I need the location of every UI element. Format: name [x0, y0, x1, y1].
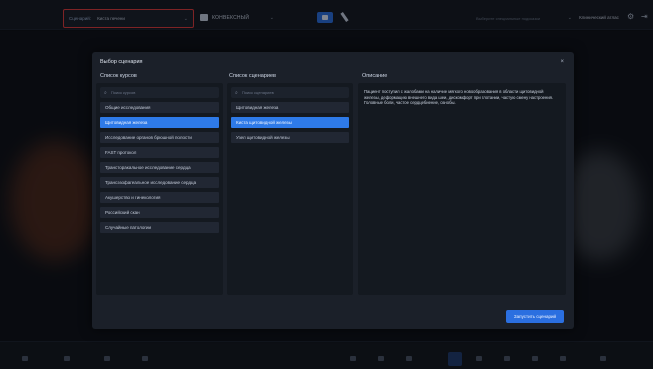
scenarios-list-item[interactable]: Щитовидная железа	[231, 102, 349, 113]
courses-title: Список курсов	[100, 73, 137, 79]
scenarios-list-item[interactable]: Киста щитовидной железы	[231, 117, 349, 128]
search-icon: ⌕	[104, 89, 107, 96]
description-panel: Пациент поступил с жалобами на наличие м…	[358, 83, 566, 295]
close-icon[interactable]: ×	[560, 59, 564, 65]
courses-list-item[interactable]: Акушерство и гинекология	[100, 192, 219, 203]
courses-list-item[interactable]: Общие исследования	[100, 102, 219, 113]
courses-list-item[interactable]: Щитовидная железа	[100, 117, 219, 128]
run-scenario-button[interactable]: Запустить сценарий	[506, 310, 564, 323]
courses-list-item[interactable]: FAST протокол	[100, 147, 219, 158]
courses-list: Общие исследования Щитовидная железа Иссле…	[100, 102, 219, 237]
scenarios-list-item[interactable]: Узел щитовидной железы	[231, 132, 349, 143]
dialog-title: Выбор сценария	[100, 59, 143, 65]
scenarios-panel: ⌕ Поиск сценариев Щитовидная железа Киста…	[227, 83, 353, 295]
scenarios-title: Список сценариев	[229, 73, 276, 79]
scenarios-list: Щитовидная железа Киста щитовидной железы…	[231, 102, 349, 147]
scenarios-search-placeholder: Поиск сценариев	[241, 90, 274, 95]
courses-list-item[interactable]: Трансэзофагеальное исследование сердца	[100, 177, 219, 188]
courses-list-item[interactable]: Исследование органов брюшной полости	[100, 132, 219, 143]
courses-panel: ⌕ Поиск курсов Общие исследования Щитовид…	[96, 83, 223, 295]
scenario-selection-dialog: Выбор сценария × Список курсов Список сц…	[92, 52, 574, 329]
courses-search-placeholder: Поиск курсов	[110, 90, 136, 95]
search-icon: ⌕	[235, 89, 238, 96]
description-title: Описание	[362, 73, 388, 79]
courses-list-item[interactable]: Случайные патологии	[100, 222, 219, 233]
courses-list-item[interactable]: Трансторакальное исследование сердца	[100, 162, 219, 173]
description-text: Пациент поступил с жалобами на наличие м…	[364, 89, 554, 105]
scenarios-search-input[interactable]: ⌕ Поиск сценариев	[231, 87, 349, 98]
courses-list-item[interactable]: Российский скан	[100, 207, 219, 218]
courses-search-input[interactable]: ⌕ Поиск курсов	[100, 87, 219, 98]
